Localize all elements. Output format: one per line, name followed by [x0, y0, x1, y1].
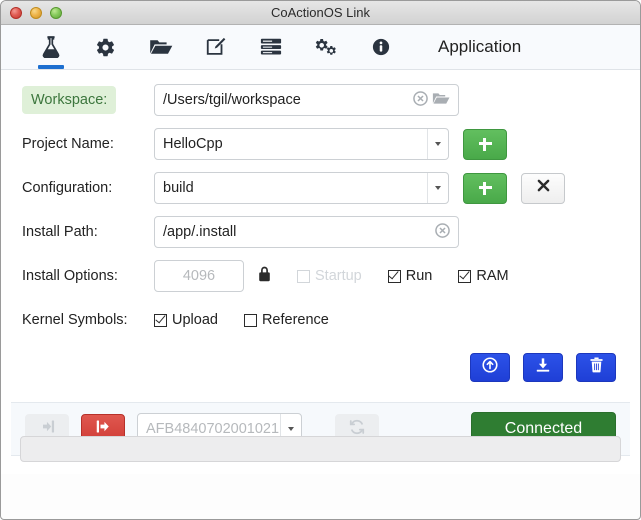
- remove-configuration-button[interactable]: [521, 172, 565, 204]
- upload-circle-icon: [482, 357, 498, 378]
- checkbox-upload-label: Upload: [172, 312, 218, 328]
- checkbox-run-box: [387, 269, 401, 283]
- app-window: CoActionOS Link Application Workspace: /…: [0, 0, 641, 520]
- workspace-field[interactable]: /Users/tgil/workspace: [154, 84, 459, 116]
- download-icon: [535, 357, 551, 378]
- window-controls: [10, 6, 62, 19]
- install-path-field[interactable]: /app/.install: [154, 216, 459, 248]
- info-icon: [372, 38, 390, 56]
- checkbox-run[interactable]: Run: [387, 268, 433, 284]
- window-title: CoActionOS Link: [271, 5, 370, 20]
- folder-open-icon[interactable]: [432, 91, 450, 110]
- window-titlebar: CoActionOS Link: [1, 1, 640, 25]
- zoom-button[interactable]: [50, 6, 62, 19]
- tab-kernel[interactable]: [298, 25, 353, 69]
- install-path-label: Install Path:: [22, 224, 98, 240]
- toolbar-tabs: Application: [1, 25, 640, 70]
- kernel-symbols-label: Kernel Symbols:: [22, 312, 128, 328]
- checkbox-reference-box: [243, 313, 257, 327]
- workspace-label-slot: Workspace:: [22, 86, 154, 114]
- checkbox-ram-box: [458, 269, 472, 283]
- delete-button[interactable]: [576, 353, 616, 382]
- checkbox-reference[interactable]: Reference: [243, 312, 329, 328]
- download-button[interactable]: [523, 353, 563, 382]
- checkbox-ram-label: RAM: [476, 268, 509, 284]
- tab-settings[interactable]: [78, 25, 133, 69]
- chevron-down-icon[interactable]: [427, 173, 448, 203]
- clear-circle-icon[interactable]: [435, 222, 450, 242]
- trash-icon: [589, 357, 604, 378]
- install-button[interactable]: [470, 353, 510, 382]
- install-path-row: Install Path: /app/.install: [1, 214, 640, 250]
- tab-terminal[interactable]: [243, 25, 298, 69]
- checkbox-ram[interactable]: RAM: [458, 268, 509, 284]
- project-name-value: HelloCpp: [163, 136, 223, 152]
- checkbox-upload[interactable]: Upload: [154, 312, 218, 328]
- section-title: Application: [438, 37, 522, 56]
- close-button[interactable]: [10, 6, 22, 19]
- checkbox-startup-box: [297, 269, 310, 283]
- workspace-field-icons: [413, 90, 450, 110]
- application-form: Workspace: /Users/tgil/workspace Project…: [1, 70, 640, 474]
- checkbox-run-label: Run: [405, 268, 433, 284]
- flask-icon: [40, 35, 62, 59]
- workspace-value: /Users/tgil/workspace: [163, 92, 301, 108]
- chevron-down-icon[interactable]: [427, 129, 448, 159]
- workspace-row: Workspace: /Users/tgil/workspace: [1, 82, 640, 118]
- add-configuration-button[interactable]: [463, 172, 507, 204]
- list-icon: [260, 37, 282, 57]
- add-project-button[interactable]: [463, 128, 507, 160]
- configuration-field[interactable]: build: [154, 172, 449, 204]
- tab-application[interactable]: [23, 25, 78, 69]
- install-options-label: Install Options:: [22, 268, 118, 284]
- edit-icon: [205, 36, 227, 58]
- install-path-value: /app/.install: [163, 224, 237, 240]
- checkbox-startup[interactable]: Startup: [297, 268, 362, 284]
- close-icon: [537, 179, 550, 197]
- active-tab-indicator: [37, 65, 64, 69]
- project-name-label: Project Name:: [22, 136, 114, 152]
- status-bar: [20, 436, 621, 462]
- device-serial-value: AFB4840702001021: [146, 421, 280, 437]
- tab-filesystem[interactable]: [133, 25, 188, 69]
- project-name-row: Project Name: HelloCpp: [1, 126, 640, 162]
- folder-open-icon: [149, 37, 173, 57]
- configuration-value: build: [163, 180, 194, 196]
- kernel-symbols-row: Kernel Symbols: Upload Reference: [1, 302, 640, 338]
- minimize-button[interactable]: [30, 6, 42, 19]
- checkbox-upload-box: [154, 313, 167, 327]
- lock-icon[interactable]: [258, 266, 271, 287]
- clear-circle-icon[interactable]: [413, 90, 428, 110]
- cogs-icon: [314, 36, 338, 58]
- configuration-label: Configuration:: [22, 180, 113, 196]
- workspace-label: Workspace:: [22, 86, 117, 114]
- install-path-field-icons: [435, 222, 450, 242]
- action-button-row: [470, 353, 616, 382]
- tab-editor[interactable]: [188, 25, 243, 69]
- tab-about[interactable]: [353, 25, 408, 69]
- checkbox-reference-label: Reference: [261, 312, 329, 328]
- install-options-row: Install Options: 4096 Startup Run RAM: [1, 258, 640, 294]
- gear-icon: [95, 37, 116, 58]
- checkbox-startup-label: Startup: [315, 268, 362, 284]
- ram-size-placeholder: 4096: [182, 268, 216, 284]
- configuration-row: Configuration: build: [1, 170, 640, 206]
- project-name-field[interactable]: HelloCpp: [154, 128, 449, 160]
- ram-size-input[interactable]: 4096: [154, 260, 244, 292]
